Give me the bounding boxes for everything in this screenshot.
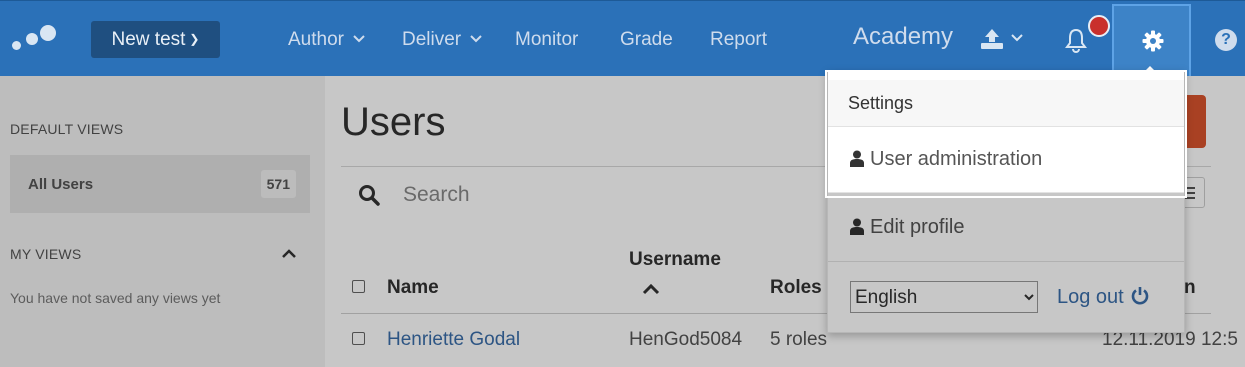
nav-author[interactable]: Author bbox=[288, 27, 365, 53]
nav-author-label: Author bbox=[288, 29, 344, 50]
top-nav-bar: New test ❯ Author Deliver Monitor Grade R… bbox=[0, 0, 1245, 77]
chevron-down-icon bbox=[1011, 34, 1024, 42]
nav-grade[interactable]: Grade bbox=[620, 27, 673, 53]
nav-monitor[interactable]: Monitor bbox=[515, 27, 578, 53]
upload-icon bbox=[981, 29, 1003, 49]
nav-report[interactable]: Report bbox=[710, 27, 767, 53]
organization-name[interactable]: Academy bbox=[853, 23, 953, 51]
notifications-button[interactable] bbox=[1064, 27, 1088, 58]
dropdown-dim-overlay bbox=[828, 193, 1184, 332]
menu-item-user-administration[interactable]: User administration bbox=[850, 148, 1042, 171]
chevron-down-icon: ❯ bbox=[189, 32, 200, 46]
settings-header: Settings bbox=[828, 80, 1184, 127]
logo-icon[interactable] bbox=[10, 25, 58, 57]
new-test-button[interactable]: New test ❯ bbox=[91, 21, 220, 58]
gear-icon bbox=[1142, 30, 1164, 52]
settings-dropdown: Settings User administration Edit profil… bbox=[827, 70, 1185, 333]
bell-icon bbox=[1065, 28, 1087, 53]
chevron-down-icon bbox=[470, 35, 483, 43]
nav-deliver-label: Deliver bbox=[402, 29, 462, 50]
new-test-label: New test bbox=[111, 29, 186, 50]
upload-menu[interactable] bbox=[980, 28, 1024, 55]
help-icon[interactable]: ? bbox=[1215, 29, 1237, 51]
notification-badge bbox=[1088, 15, 1110, 37]
chevron-down-icon bbox=[353, 35, 365, 43]
nav-deliver[interactable]: Deliver bbox=[402, 27, 483, 53]
settings-header-label: Settings bbox=[848, 93, 914, 113]
menu-item-label: User administration bbox=[870, 148, 1043, 170]
user-icon bbox=[850, 150, 864, 167]
